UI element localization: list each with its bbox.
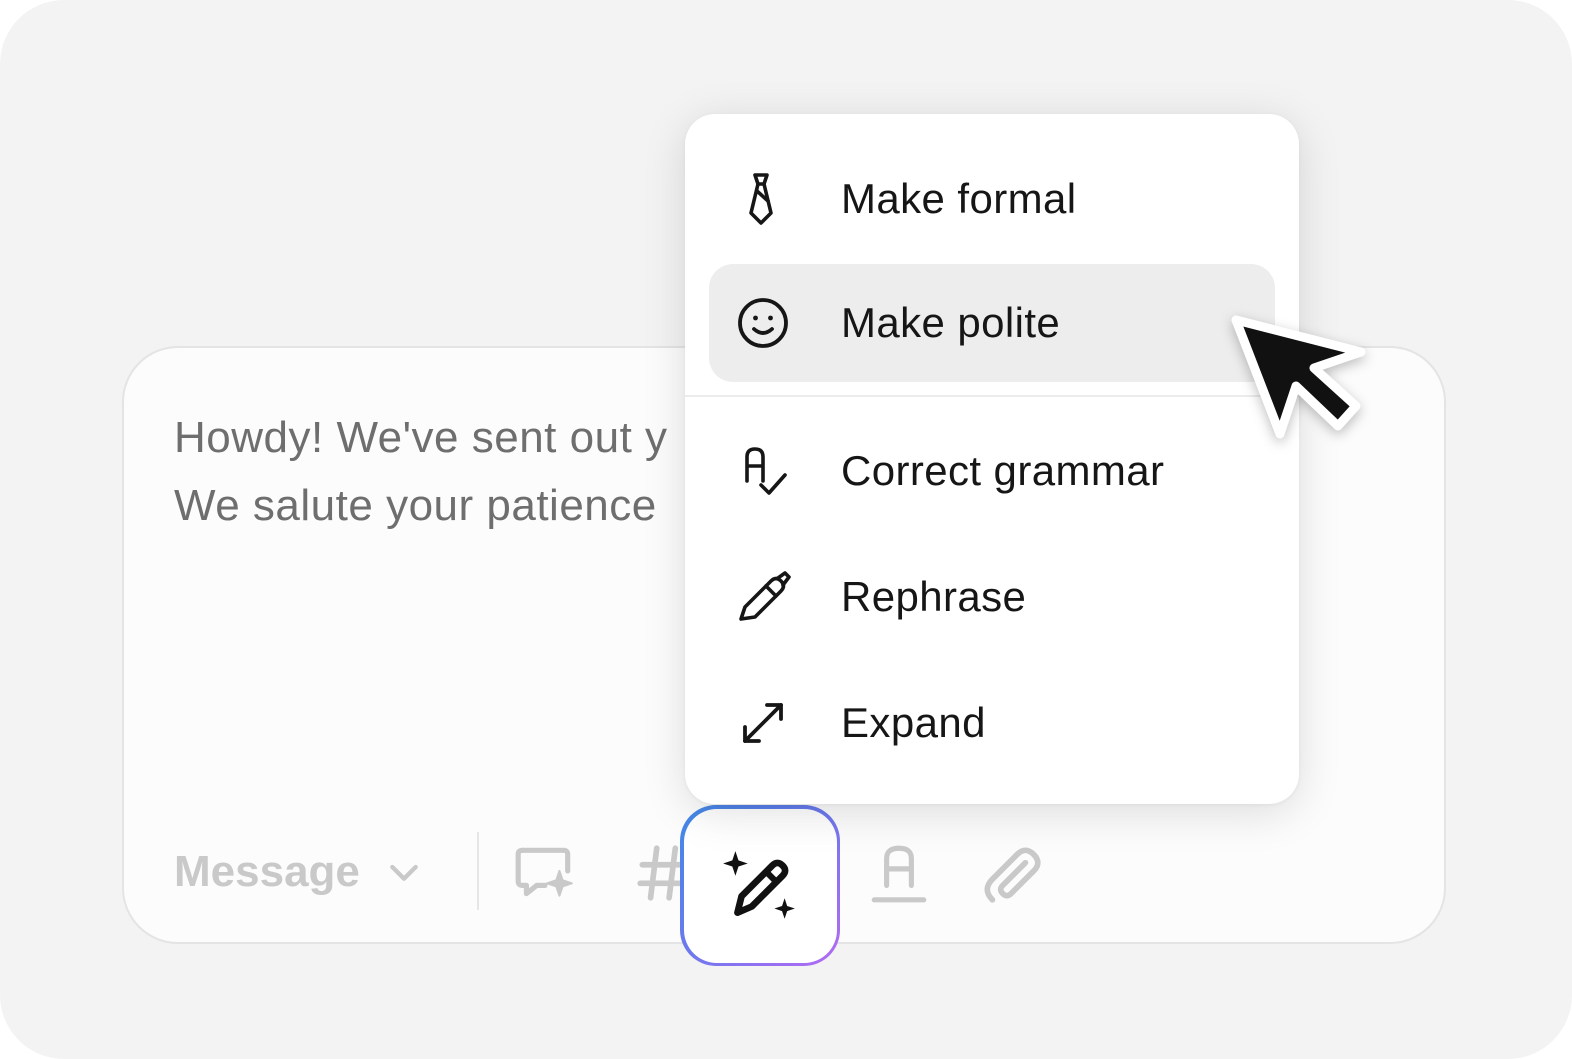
menu-item-make-formal[interactable]: Make formal [709, 140, 1275, 258]
menu-item-correct-grammar[interactable]: Correct grammar [709, 412, 1275, 530]
ai-edit-button[interactable] [680, 805, 840, 966]
menu-item-label: Correct grammar [841, 447, 1165, 494]
menu-item-label: Make formal [841, 175, 1077, 222]
text-format-icon [871, 845, 927, 903]
ai-edit-icon [723, 850, 795, 919]
menu-divider [685, 395, 1299, 397]
menu-item-label: Make polite [841, 299, 1061, 346]
menu-item-label: Expand [841, 699, 986, 746]
message-type-dropdown[interactable]: Message [174, 842, 424, 902]
pencil-icon [733, 567, 793, 627]
menu-item-rephrase[interactable]: Rephrase [709, 538, 1275, 656]
message-type-label: Message [174, 847, 360, 896]
ai-edit-button-inner [683, 808, 837, 963]
toolbar-divider [477, 832, 479, 910]
ai-reply-icon [515, 847, 573, 897]
app-canvas: Howdy! We've sent out y We salute your p… [0, 0, 1572, 1059]
smile-icon [733, 293, 793, 353]
menu-item-label: Rephrase [841, 573, 1027, 620]
mouse-cursor-icon [1226, 312, 1376, 452]
text-format-button[interactable] [866, 840, 932, 906]
ai-reply-button[interactable] [512, 840, 578, 906]
attachment-icon [984, 847, 1041, 903]
grammar-check-icon [733, 441, 793, 501]
attachment-button[interactable] [978, 840, 1044, 906]
tie-icon [733, 169, 793, 229]
expand-arrows-icon [733, 693, 793, 753]
menu-item-expand[interactable]: Expand [709, 664, 1275, 782]
ai-actions-menu: Make formal Make polite Correct grammar … [685, 114, 1299, 804]
chevron-down-icon [390, 864, 418, 881]
menu-item-make-polite[interactable]: Make polite [709, 264, 1275, 382]
